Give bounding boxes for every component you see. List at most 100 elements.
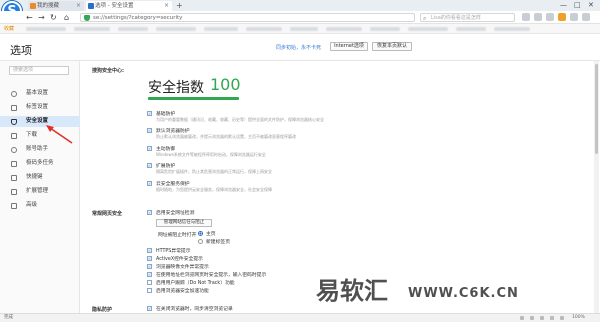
sidebar-item-extensions[interactable]: 扩展管理 (0, 186, 80, 197)
mail-icon[interactable] (546, 13, 554, 21)
option-title: ActiveX控件安全提示 (156, 257, 203, 262)
status-icon[interactable] (560, 316, 564, 320)
extension-icon[interactable] (522, 13, 530, 21)
radio-label: 新建标签页 (206, 240, 230, 245)
favorite-item[interactable] (246, 27, 282, 31)
status-text: 完成 (4, 315, 13, 320)
maximize-button[interactable]: □ (574, 0, 581, 10)
address-bar[interactable]: se://settings/?category=security (80, 13, 415, 22)
tab-close-icon[interactable]: × (76, 1, 81, 11)
search-placeholder: Lisa的你看看这是怎样 (431, 15, 481, 21)
favorite-item[interactable] (494, 27, 530, 31)
sidebar-item-label: 账号助手 (26, 146, 49, 152)
option-checkbox[interactable]: ✓ (147, 306, 152, 311)
status-icon[interactable] (530, 316, 534, 320)
favorite-item[interactable] (26, 27, 66, 31)
sidebar-item-shortcuts[interactable]: 快捷键 (0, 172, 80, 183)
sidebar-item-label: 下载 (26, 132, 38, 138)
tab-close-icon[interactable]: × (164, 1, 169, 11)
tab-options-security[interactable]: 选项 - 安全设置 × (86, 1, 172, 11)
option-checkbox[interactable]: ✓ (147, 248, 152, 253)
option-checkbox[interactable]: ✓ (147, 111, 152, 116)
option-title: 基础防护 (156, 112, 176, 117)
security-score-title: 安全指数 (148, 80, 204, 96)
option-checkbox[interactable]: ✓ (147, 264, 152, 269)
favorite-item[interactable] (408, 27, 448, 31)
sidebar-item-basic[interactable]: 基本设置 (0, 88, 80, 99)
favorite-item[interactable] (204, 27, 238, 31)
favorite-item[interactable] (326, 27, 362, 31)
options-header: 选项 同步初始，永不卡死 Internet选项 恢复本页默认 (0, 35, 600, 61)
shield-icon (11, 119, 17, 125)
status-icon[interactable] (540, 316, 544, 320)
favorite-item[interactable] (456, 27, 486, 31)
refresh-icon[interactable]: ↻ (50, 12, 57, 23)
tab-favorites[interactable]: 我的搜藏 × (28, 1, 84, 11)
option-checkbox[interactable]: ✓ (147, 181, 152, 186)
status-bar: 完成 100% (0, 313, 600, 322)
download-icon[interactable] (534, 13, 542, 21)
sidebar-item-multitask[interactable]: 极码多任务 (0, 158, 80, 169)
safe-url-checkbox[interactable]: ✓ (147, 210, 152, 215)
option-description: 隔离危险扩展插件，防止其危害浏览器的正常运行，保障上网安全 (156, 169, 272, 174)
advanced-icon (11, 203, 17, 209)
menu-icon[interactable] (582, 13, 590, 21)
sidebar-item-label: 极码多任务 (26, 160, 54, 166)
option-title: 浏览器映像文件异常提示 (156, 265, 209, 270)
favorite-item[interactable] (290, 27, 318, 31)
favorite-item[interactable] (74, 27, 110, 31)
option-title: 启用浏览器安全加速功能 (156, 289, 209, 294)
option-checkbox[interactable]: ✓ (147, 128, 152, 133)
tab-favicon-icon (30, 3, 36, 9)
status-icon[interactable] (520, 316, 524, 320)
sidebar-item-tabs[interactable]: 标签设置 (0, 102, 80, 113)
sync-link[interactable]: 同步初始，永不卡死 (276, 44, 321, 51)
gear-icon (11, 91, 17, 97)
favorites-label[interactable]: 收藏 (4, 25, 14, 33)
status-icon[interactable] (550, 316, 554, 320)
option-description: 为用户的重要数据（通讯记、收藏、收藏、历史等）提供全面的文件防护，保障浏览器核心… (156, 117, 324, 122)
radio-new-tab[interactable] (198, 239, 203, 244)
option-checkbox[interactable] (147, 288, 152, 293)
option-checkbox[interactable]: ✓ (147, 146, 152, 151)
option-title: 主动防御 (156, 147, 176, 152)
option-checkbox[interactable]: ✓ (147, 163, 152, 168)
tab-favicon-icon (88, 3, 94, 9)
restore-defaults-button[interactable]: 恢复本页默认 (372, 42, 412, 51)
option-title: 默认浏览器防护 (156, 129, 190, 134)
option-checkbox[interactable] (147, 280, 152, 285)
sidebar-item-advanced[interactable]: 高级 (0, 200, 80, 211)
scrollbar-thumb[interactable] (595, 64, 598, 154)
option-title: HTTPS异常提示 (156, 249, 191, 254)
zoom-level[interactable]: 100% (572, 314, 585, 322)
internet-options-button[interactable]: Internet选项 (330, 42, 368, 51)
new-tab-button[interactable]: + (176, 1, 183, 10)
option-title: 启用用户跟踪（Do Not Track）功能 (156, 281, 235, 286)
sidebar-item-label: 标签设置 (26, 104, 49, 110)
favorite-item[interactable] (156, 27, 196, 31)
red-arrow-icon (46, 125, 73, 144)
back-icon[interactable]: ← (26, 12, 33, 23)
favorite-item[interactable] (370, 27, 400, 31)
close-window-button[interactable]: ✕ (588, 0, 594, 10)
home-icon[interactable]: ⌂ (64, 12, 69, 23)
favorite-item[interactable] (118, 27, 148, 31)
option-checkbox[interactable]: ✓ (147, 272, 152, 277)
option-description: 随时随地，为您提供云安全服务，保障浏览器安全，社会安全保障 (156, 187, 272, 192)
tools-icon[interactable] (570, 13, 578, 21)
sidebar-item-account[interactable]: 账号助手 (0, 144, 80, 155)
security-center-heading: 搜狗安全中心: (92, 68, 125, 74)
manage-trust-button[interactable]: 管理网站信任与阻止 (156, 219, 212, 227)
radio-homepage[interactable] (198, 231, 203, 236)
search-input[interactable]: ⌕ Lisa的你看看这是怎样 (420, 13, 515, 22)
sidebar-item-label: 快捷键 (26, 174, 43, 180)
user-icon[interactable] (558, 13, 566, 21)
minimize-button[interactable]: — (560, 0, 567, 10)
option-checkbox[interactable]: ✓ (147, 256, 152, 261)
page-title: 选项 (10, 44, 32, 57)
tab-label: 我的搜藏 (37, 3, 60, 9)
keyboard-icon (11, 175, 17, 181)
forward-icon[interactable]: → (38, 12, 45, 23)
watermark-url: WWW.C6K.CN (408, 286, 519, 301)
sidebar-search-input[interactable]: 搜索选项 (9, 66, 69, 75)
